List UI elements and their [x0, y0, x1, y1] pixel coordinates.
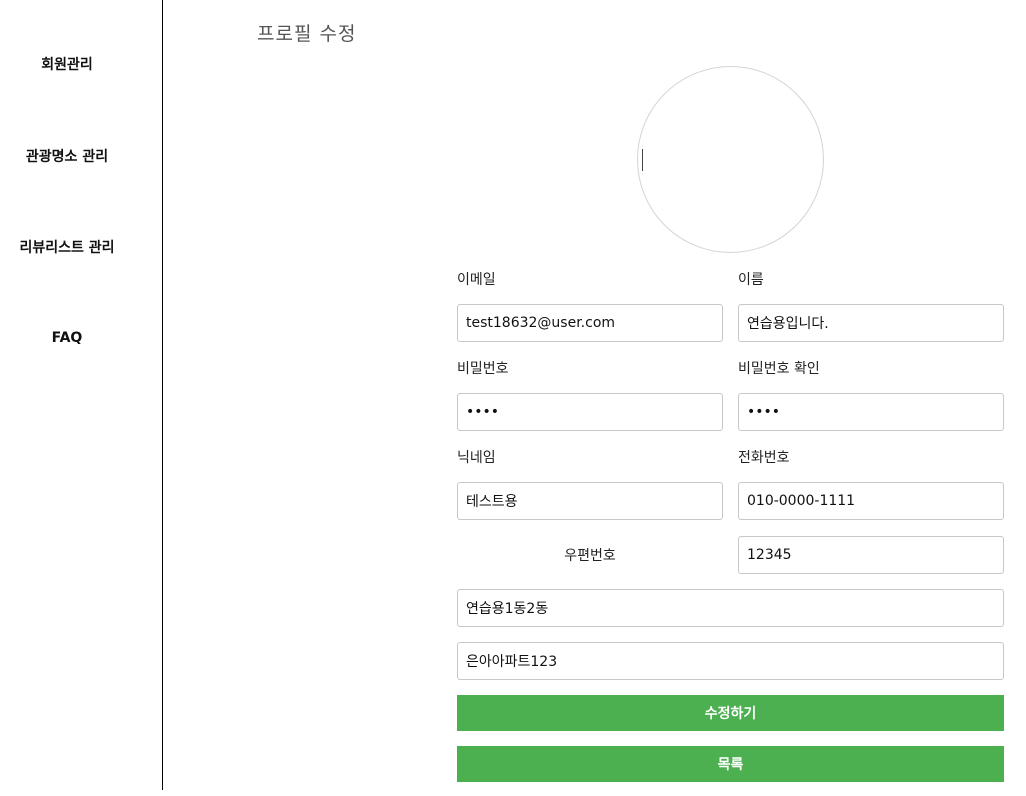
password-confirm-field[interactable] — [738, 393, 1004, 431]
phone-field[interactable] — [738, 482, 1004, 520]
nickname-label: 닉네임 — [457, 450, 496, 466]
text-caret — [642, 149, 643, 171]
name-label: 이름 — [738, 272, 764, 288]
address-detail-field[interactable] — [457, 642, 1004, 680]
email-field[interactable] — [457, 304, 723, 342]
phone-label: 전화번호 — [738, 450, 790, 466]
profile-image-upload[interactable] — [637, 66, 824, 253]
zipcode-field[interactable] — [738, 536, 1004, 574]
password-field[interactable] — [457, 393, 723, 431]
zipcode-label: 우편번호 — [564, 548, 616, 564]
sidebar: 회원관리 관광명소 관리 리뷰리스트 관리 FAQ — [0, 0, 163, 790]
password-confirm-label: 비밀번호 확인 — [738, 361, 820, 377]
page-title: 프로필 수정 — [257, 23, 357, 45]
sidebar-item-attraction-management[interactable]: 관광명소 관리 — [0, 146, 134, 166]
email-label: 이메일 — [457, 272, 496, 288]
nickname-field[interactable] — [457, 482, 723, 520]
sidebar-item-review-list-management[interactable]: 리뷰리스트 관리 — [0, 237, 134, 257]
password-label: 비밀번호 — [457, 361, 509, 377]
address-field[interactable] — [457, 589, 1004, 627]
sidebar-item-member-management[interactable]: 회원관리 — [0, 54, 134, 74]
sidebar-item-faq[interactable]: FAQ — [0, 330, 134, 346]
list-button[interactable]: 목록 — [457, 746, 1004, 782]
name-field[interactable] — [738, 304, 1004, 342]
submit-button[interactable]: 수정하기 — [457, 695, 1004, 731]
